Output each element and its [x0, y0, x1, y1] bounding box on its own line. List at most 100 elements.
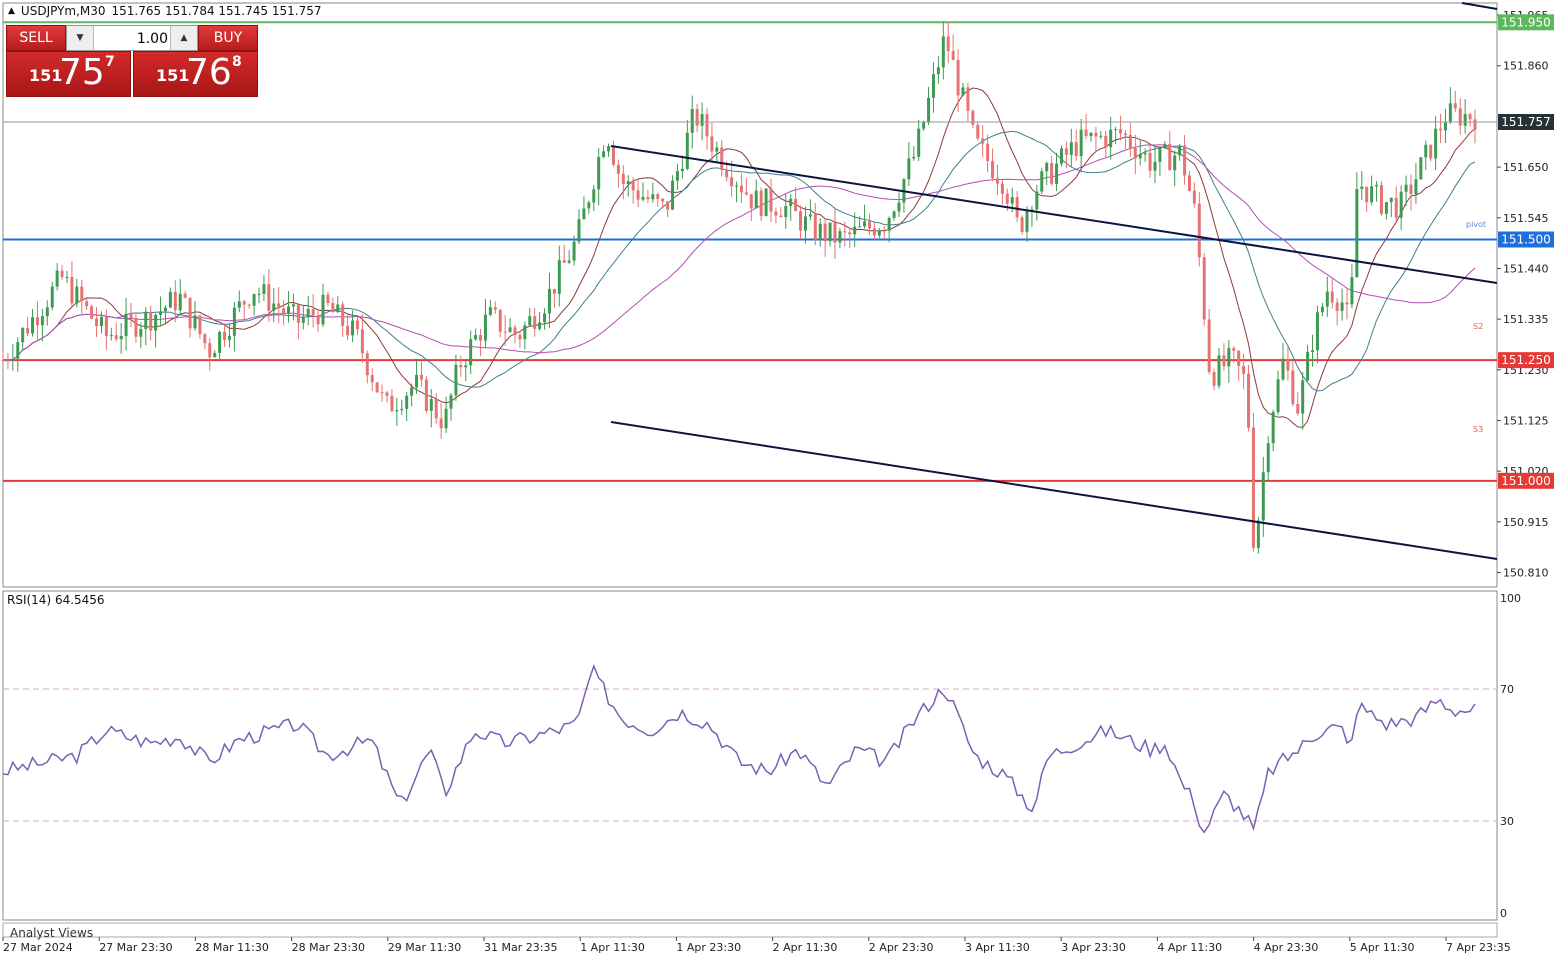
candle-body: [543, 313, 547, 323]
candle-body: [1069, 142, 1073, 155]
rsi-tick-30: 30: [1500, 815, 1514, 828]
candle-body: [252, 294, 256, 306]
price-chart[interactable]: 151.965151.860151.650151.545151.440151.3…: [0, 0, 1560, 960]
candle-body: [666, 201, 670, 210]
lot-increase-icon[interactable]: ▲: [170, 26, 197, 50]
candle-body: [936, 67, 940, 75]
candle-body: [316, 315, 320, 325]
candle-body: [518, 335, 522, 340]
candle-body: [976, 124, 980, 139]
candle-body: [351, 320, 355, 336]
candle-body: [1424, 144, 1428, 158]
time-tick-label: 1 Apr 23:30: [676, 941, 741, 954]
candle-body: [1242, 365, 1246, 374]
candle-body: [607, 146, 611, 152]
candle-body: [1365, 186, 1369, 203]
candle-body: [306, 308, 310, 318]
candle-body: [488, 307, 492, 315]
candle-body: [636, 190, 640, 200]
candle-body: [370, 375, 374, 383]
time-tick-label: 4 Apr 11:30: [1157, 941, 1222, 954]
candle-body: [872, 228, 876, 236]
candle-body: [6, 360, 10, 362]
candle-body: [1261, 472, 1265, 521]
lot-decrease-icon[interactable]: ▼: [67, 26, 94, 50]
candle-body: [454, 364, 458, 396]
candle-body: [80, 286, 84, 302]
candle-body: [562, 260, 566, 263]
candle-body: [1217, 355, 1221, 386]
candle-body: [380, 392, 384, 394]
candle-body: [843, 231, 847, 233]
candle-body: [419, 374, 423, 380]
candle-body: [941, 36, 945, 68]
candle-body: [951, 51, 955, 60]
candle-body: [956, 59, 960, 96]
candle-body: [1335, 302, 1339, 311]
candle-body: [1296, 404, 1300, 414]
candle-body: [1153, 161, 1157, 171]
candle-body: [523, 325, 527, 340]
candle-body: [1138, 154, 1142, 159]
moving-average-line: [2, 144, 1476, 362]
candle-body: [1315, 312, 1319, 351]
candle-body: [1394, 197, 1398, 218]
level-label-text: 151.250: [1501, 353, 1551, 367]
candle-body: [833, 222, 837, 243]
time-axis: 27 Mar 2024 27 Mar 23:30 28 Mar 11:30 28 Ma…: [2, 937, 1511, 954]
price-tick-label: 150.915: [1503, 516, 1549, 529]
candle-body: [1409, 184, 1413, 194]
candle-body: [326, 294, 330, 304]
moving-average-line: [2, 130, 1476, 392]
candle-body: [769, 188, 773, 212]
candle-body: [651, 194, 655, 200]
candle-body: [735, 185, 739, 187]
price-tick-label: 151.860: [1503, 60, 1549, 73]
collapse-triangle-icon[interactable]: ▲: [8, 6, 15, 16]
candle-body: [1123, 133, 1127, 136]
candle-body: [572, 241, 576, 261]
candle-body: [897, 202, 901, 212]
candle-body: [675, 171, 679, 181]
candle-body: [813, 214, 817, 241]
candle-body: [1197, 203, 1201, 258]
candle-body: [242, 301, 246, 305]
sell-button[interactable]: SELL: [6, 25, 66, 51]
candle-body: [1045, 163, 1049, 172]
sell-price-big: 151: [29, 66, 63, 85]
candle-body: [168, 292, 172, 308]
current-price-label: 151.757: [1498, 114, 1554, 130]
lot-size-input[interactable]: [94, 28, 170, 50]
candle-body: [223, 331, 227, 340]
candle-body: [1271, 412, 1275, 444]
time-tick-label: 5 Apr 11:30: [1350, 941, 1415, 954]
trendline-lower[interactable]: [610, 421, 1498, 560]
candle-body: [828, 222, 832, 242]
candle-body: [410, 387, 414, 396]
candle-body: [1, 360, 5, 362]
candle-body: [538, 322, 542, 329]
level-label-text: 151.000: [1501, 474, 1551, 488]
pivot-tag: pivot: [1466, 220, 1486, 229]
candle-body: [1050, 163, 1054, 184]
candle-body: [567, 260, 571, 263]
price-tick-label: 151.650: [1503, 161, 1549, 174]
candle-body: [1163, 144, 1167, 147]
sell-price-box[interactable]: 151 75 7: [6, 51, 131, 97]
candle-body: [725, 169, 729, 178]
candle-body: [1059, 148, 1063, 164]
buy-button[interactable]: BUY: [198, 25, 258, 51]
candle-body: [1143, 152, 1147, 155]
candle-body: [739, 185, 743, 193]
candle-body: [882, 230, 886, 232]
price-tick-label: 151.545: [1503, 212, 1549, 225]
candle-body: [1222, 355, 1226, 367]
buy-price-box[interactable]: 151 76 8: [133, 51, 258, 97]
candle-body: [1439, 128, 1443, 131]
trendline-top[interactable]: [1461, 2, 1498, 10]
time-tick-label: 31 Mar 23:35: [484, 941, 557, 954]
candle-body: [45, 307, 49, 317]
candle-body: [104, 316, 108, 336]
candle-body: [922, 121, 926, 129]
candle-body: [508, 327, 512, 332]
